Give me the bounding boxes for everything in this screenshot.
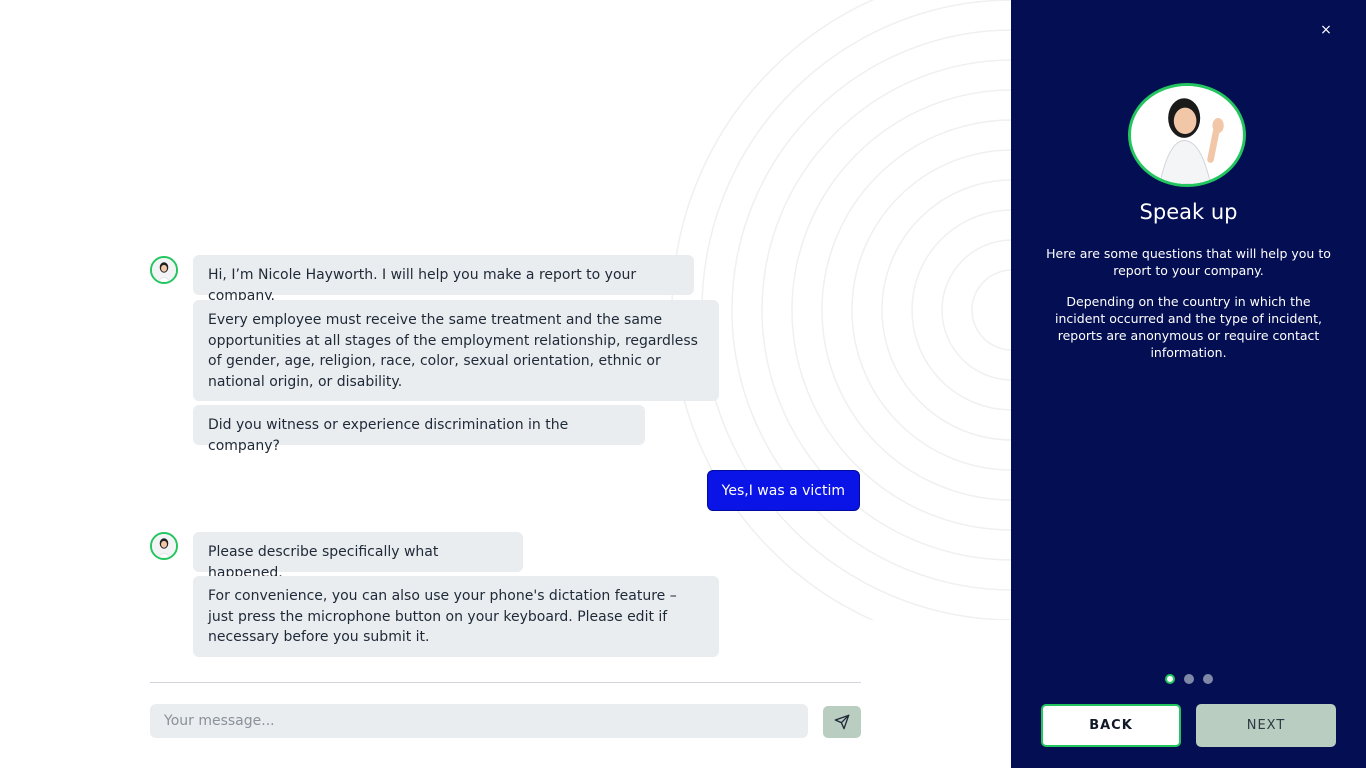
close-icon: × [1320, 22, 1332, 38]
bot-message: Every employee must receive the same tre… [193, 300, 719, 401]
input-divider [150, 682, 861, 683]
bot-message: Did you witness or experience discrimina… [193, 405, 645, 454]
bot-avatar [150, 256, 178, 284]
bot-message: For convenience, you can also use your p… [193, 576, 719, 657]
pagination-dot-2[interactable] [1183, 674, 1194, 684]
bot-message: Hi, I’m Nicole Hayworth. I will help you… [193, 255, 694, 304]
chat-area: Hi, I’m Nicole Hayworth. I will help you… [0, 0, 1011, 768]
bot-message: Please describe specifically what happen… [193, 532, 523, 581]
panel-intro-text: Here are some questions that will help y… [1046, 246, 1331, 278]
next-button[interactable]: NEXT [1196, 704, 1336, 747]
assistant-avatar [1128, 83, 1246, 187]
close-button[interactable]: × [1318, 22, 1334, 38]
nicole-avatar-icon [152, 534, 176, 558]
pagination-dot-1[interactable] [1164, 674, 1175, 684]
bot-avatar [150, 532, 178, 560]
message-input[interactable] [150, 704, 808, 738]
send-icon [834, 714, 850, 730]
nicole-avatar-icon [152, 258, 176, 282]
nicole-waving-avatar-icon [1131, 86, 1243, 184]
back-button[interactable]: BACK [1041, 704, 1181, 747]
user-message: Yes,I was a victim [706, 470, 860, 511]
panel-title: Speak up [1139, 200, 1238, 224]
panel-info-text: Depending on the country in which the in… [1055, 294, 1322, 360]
pagination-dot-3[interactable] [1202, 674, 1213, 684]
info-panel: × Speak up Here are some questions that … [1011, 0, 1366, 768]
pagination-dots [1011, 674, 1366, 684]
send-button[interactable] [823, 706, 861, 738]
